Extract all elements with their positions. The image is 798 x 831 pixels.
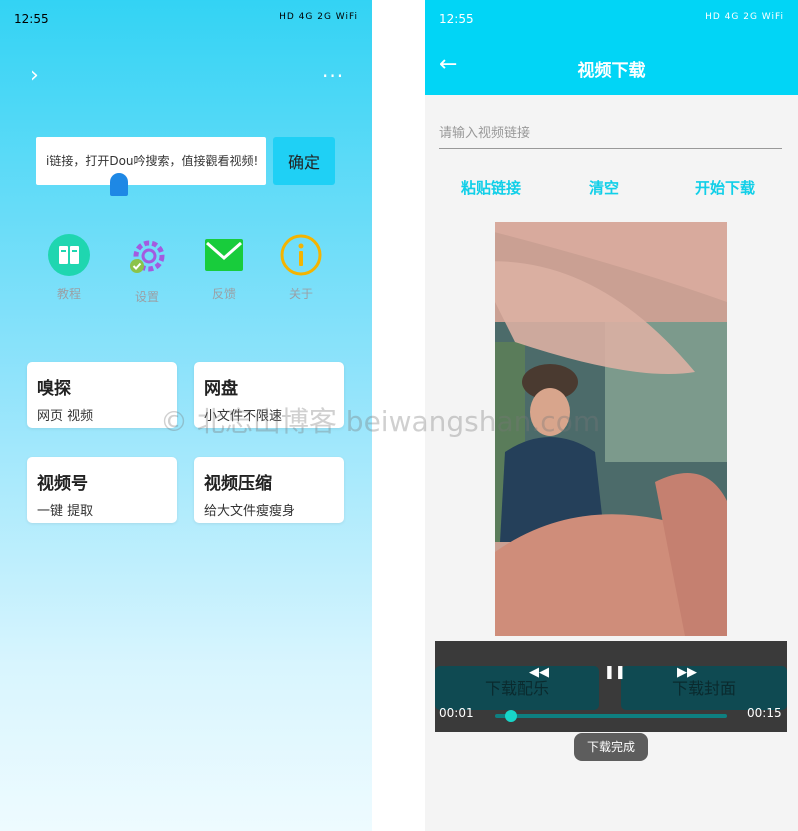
card-channels[interactable]: 视频号 一键 提取 — [27, 457, 177, 523]
rewind-icon[interactable]: ◀◀ — [529, 665, 549, 680]
video-link-input[interactable] — [439, 118, 782, 149]
card-subtitle: 给大文件瘦瘦身 — [204, 504, 296, 519]
status-icons: HD 4G 2G WiFi — [705, 12, 784, 22]
gear-icon — [130, 240, 165, 273]
card-subtitle: 网页 视频 — [37, 409, 94, 424]
card-compress[interactable]: 视频压缩 给大文件瘦瘦身 — [194, 457, 344, 523]
quick-item-about[interactable]: 关于 — [271, 233, 331, 302]
video-player-controls: 下载配乐 下载封面 ◀◀ ❚❚ ▶▶ 00:01 00:15 — [435, 641, 787, 732]
seek-handle[interactable] — [505, 710, 518, 722]
total-time: 00:15 — [747, 706, 782, 720]
quick-item-label: 教程 — [56, 287, 81, 301]
quick-item-label: 反馈 — [211, 287, 236, 301]
text-cursor-handle[interactable] — [110, 173, 128, 196]
card-title: 视频压缩 — [204, 474, 272, 494]
info-icon — [280, 234, 322, 276]
more-options-icon[interactable]: ··· — [322, 66, 344, 86]
card-title: 嗅探 — [37, 379, 71, 399]
mail-icon — [205, 239, 243, 271]
status-time: 12:55 — [14, 12, 49, 26]
chevron-right-icon[interactable]: › — [30, 65, 50, 87]
card-title: 视频号 — [37, 474, 88, 494]
paste-link-button[interactable]: 粘贴链接 — [461, 177, 521, 198]
pause-icon[interactable]: ❚❚ — [604, 665, 626, 680]
card-subtitle: 一键 提取 — [37, 504, 94, 519]
status-icons: HD 4G 2G WiFi — [279, 12, 358, 22]
confirm-button[interactable]: 确定 — [273, 137, 335, 185]
watermark: © 北忘山博客 beiwangshan.com — [160, 405, 601, 438]
book-icon — [48, 234, 90, 276]
fast-forward-icon[interactable]: ▶▶ — [677, 665, 697, 680]
card-sniff[interactable]: 嗅探 网页 视频 — [27, 362, 177, 428]
current-time: 00:01 — [439, 706, 474, 720]
download-music-button[interactable]: 下载配乐 — [435, 666, 599, 710]
quick-item-feedback[interactable]: 反馈 — [194, 233, 254, 302]
status-time: 12:55 — [439, 12, 474, 26]
quick-item-tutorial[interactable]: 教程 — [39, 233, 99, 302]
status-bar: 12:55 HD 4G 2G WiFi — [0, 0, 372, 38]
seek-bar[interactable] — [495, 714, 727, 718]
link-input[interactable]: i链接，打开Dou吟搜索，值接觀看视频! — [36, 137, 266, 185]
toast-message: 下载完成 — [574, 733, 648, 761]
clear-button[interactable]: 清空 — [589, 177, 619, 198]
download-cover-button[interactable]: 下载封面 — [621, 666, 787, 710]
page-title: 视频下载 — [577, 61, 646, 81]
start-download-button[interactable]: 开始下载 — [695, 177, 755, 198]
quick-item-settings[interactable]: 设置 — [117, 236, 177, 305]
quick-item-label: 设置 — [134, 290, 159, 304]
card-title: 网盘 — [204, 379, 238, 399]
status-bar: 12:55 HD 4G 2G WiFi — [425, 0, 798, 38]
quick-item-label: 关于 — [288, 287, 313, 301]
